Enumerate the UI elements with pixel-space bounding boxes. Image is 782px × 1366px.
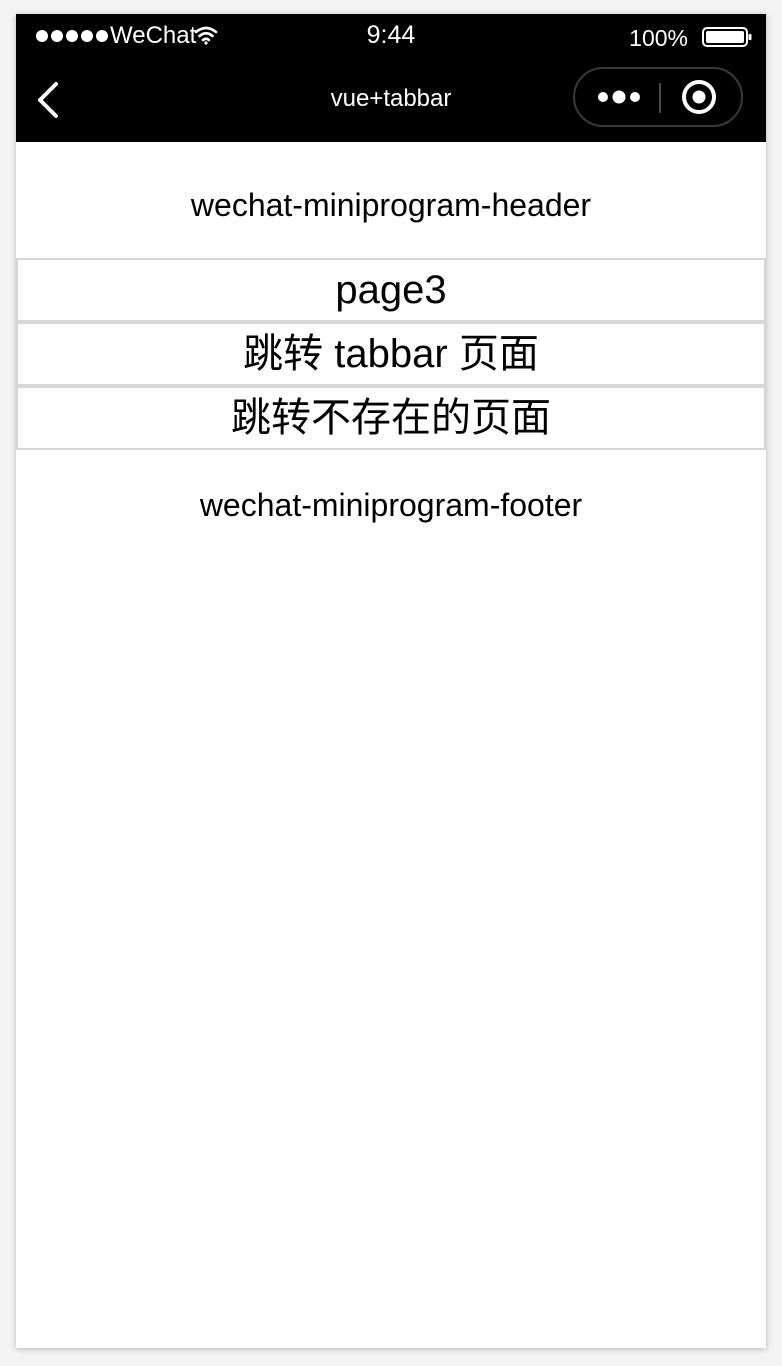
status-bar: WeChat 9:44 100% [16, 14, 766, 58]
capsule-divider [659, 83, 661, 113]
more-dots-icon[interactable] [593, 69, 645, 125]
battery-icon [702, 27, 752, 47]
navigation-bar: vue+tabbar [16, 58, 766, 142]
phone-screen: WeChat 9:44 100% vue+tabbar wechat-minip… [16, 14, 766, 1348]
page-header: wechat-miniprogram-header [190, 187, 592, 223]
target-circle-icon[interactable] [679, 77, 719, 117]
switch-tabbar-page-button[interactable]: 跳转 tabbar 页面 [16, 322, 766, 386]
page-content: wechat-miniprogram-header page3 跳转 tabba… [16, 142, 766, 560]
list-item-page3[interactable]: page3 [16, 258, 766, 322]
battery-percentage: 100% [629, 25, 688, 51]
capsule-menu [573, 67, 743, 127]
page-footer: wechat-miniprogram-footer [199, 487, 583, 523]
switch-missing-page-button[interactable]: 跳转不存在的页面 [16, 386, 766, 450]
